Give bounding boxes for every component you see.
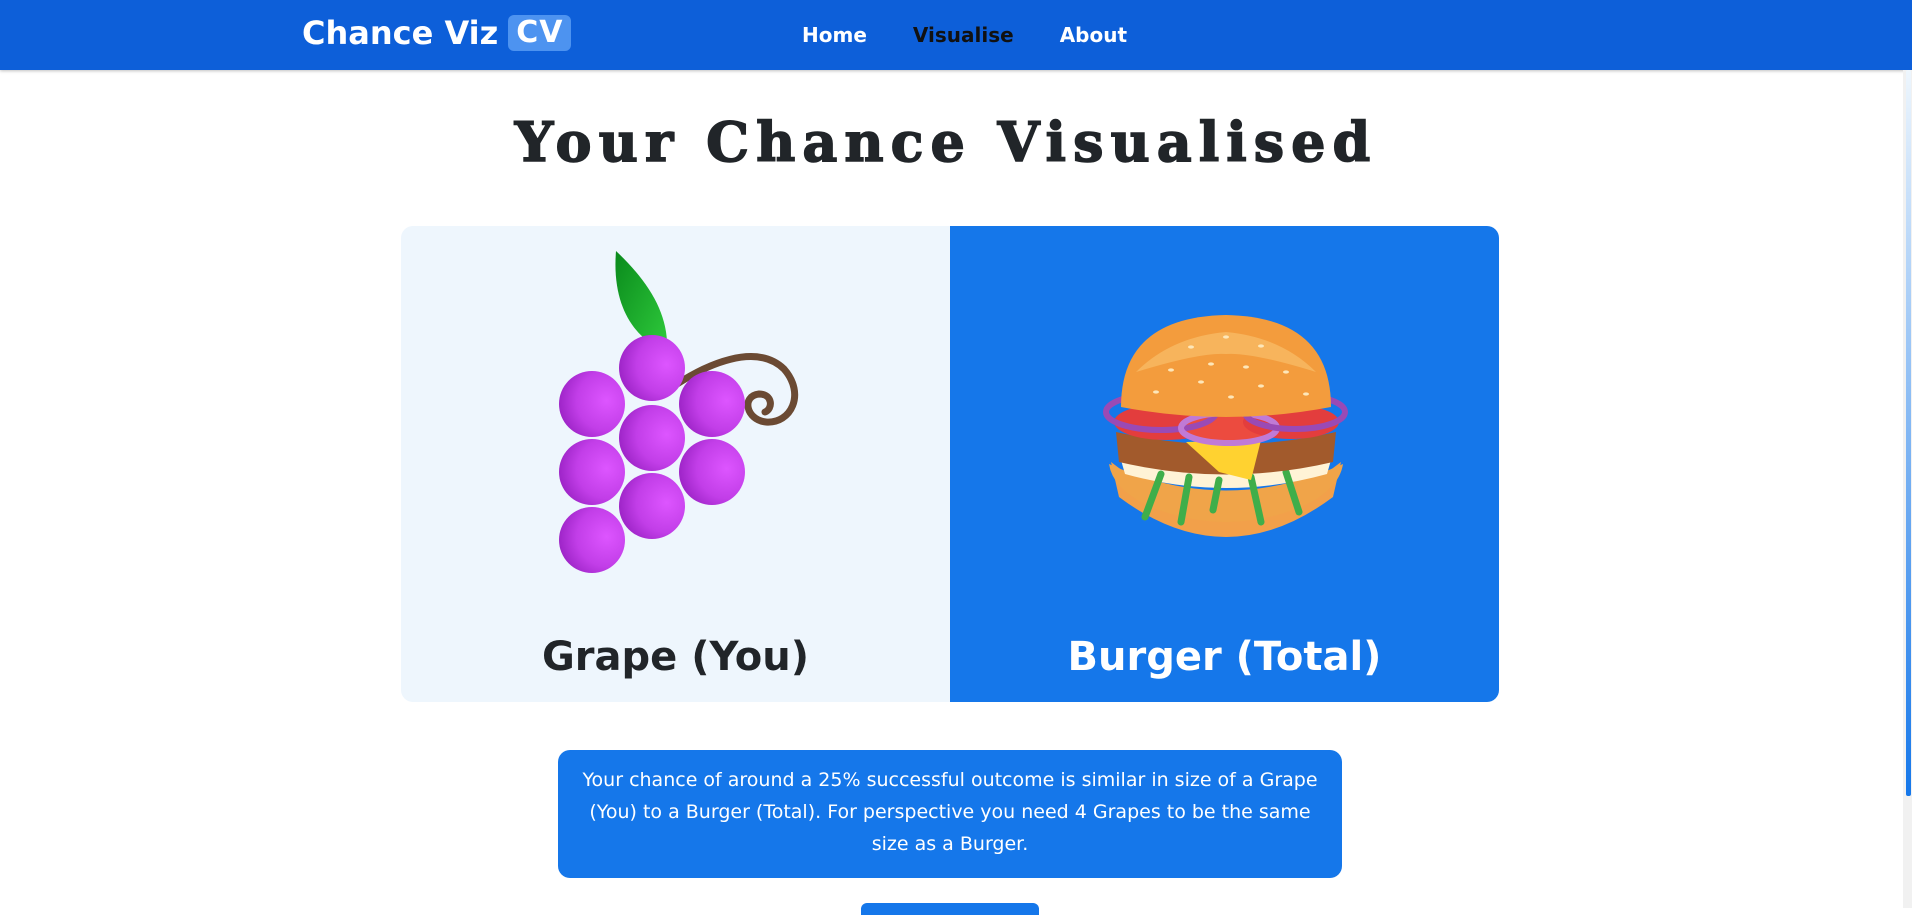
grape-icon (559, 251, 799, 573)
action-button[interactable] (861, 903, 1039, 915)
chance-explanation: Your chance of around a 25% successful o… (558, 750, 1342, 878)
brand-badge: CV (508, 15, 572, 51)
page-title: Your Chance Visualised (514, 109, 1378, 175)
navbar: Chance Viz CV Home Visualise About (0, 0, 1912, 70)
nav-link-home[interactable]: Home (802, 23, 867, 47)
scrollbar-thumb[interactable] (1906, 70, 1911, 796)
you-panel: Grape (You) (401, 226, 950, 702)
nav-links: Home Visualise About (802, 0, 1127, 70)
brand-name: Chance Viz (302, 14, 499, 52)
total-label: Burger (Total) (1067, 634, 1382, 680)
brand-logo[interactable]: Chance Viz CV (302, 14, 572, 52)
nav-link-about[interactable]: About (1060, 23, 1127, 47)
total-panel: Burger (Total) (950, 226, 1499, 702)
nav-link-visualise[interactable]: Visualise (913, 23, 1014, 47)
burger-icon (1103, 315, 1348, 537)
comparison-card: Grape (You) Burger (Total) (401, 226, 1499, 702)
you-label: Grape (You) (541, 634, 810, 680)
